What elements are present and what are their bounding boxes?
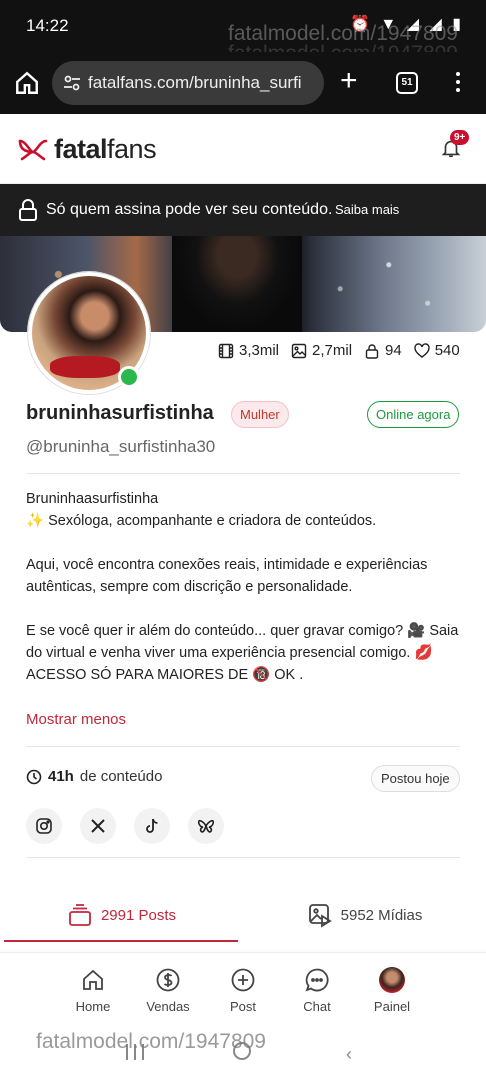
home-icon[interactable] (14, 70, 40, 96)
divider (26, 857, 460, 858)
stat-locked: 94 (364, 342, 402, 359)
bottom-navigation: Home Vendas Post Chat Painel (0, 952, 486, 1024)
nav-sales[interactable]: Vendas (131, 967, 205, 1014)
url-bar[interactable]: fatalfans.com/bruninha_surfi (52, 61, 324, 105)
nav-sales-label: Vendas (146, 999, 190, 1014)
brand-light: fans (107, 134, 157, 164)
tab-posts[interactable]: 2991 Posts (0, 888, 243, 942)
nav-chat[interactable]: Chat (280, 967, 354, 1014)
bio-line: Bruninhaasurfistinha (26, 491, 159, 507)
online-indicator (118, 366, 140, 388)
more-menu-icon[interactable] (456, 72, 462, 96)
stat-locked-value: 94 (385, 342, 402, 359)
stat-videos: 3,3mil (218, 342, 279, 359)
stat-videos-value: 3,3mil (239, 342, 280, 359)
url-text[interactable]: fatalfans.com/bruninha_surfi (88, 73, 316, 93)
status-time: 14:22 (26, 16, 69, 35)
fatalfans-logo[interactable]: fatalfans (18, 134, 157, 165)
stack-icon (69, 904, 91, 926)
chat-icon (305, 968, 329, 992)
posted-today-badge: Postou hoje (371, 765, 460, 792)
nav-panel-label: Painel (373, 999, 411, 1014)
tab-switcher-button[interactable]: 51 (396, 72, 418, 94)
padlock-icon (365, 343, 379, 359)
show-less-link[interactable]: Mostrar menos (26, 711, 126, 728)
learn-more-link[interactable]: Saiba mais (335, 202, 399, 217)
divider (26, 473, 460, 474)
nav-home[interactable]: Home (56, 967, 130, 1014)
nav-post[interactable]: Post (206, 967, 280, 1014)
bio-line: E se você quer ir além do conteúdo... qu… (26, 623, 459, 661)
add-circle-icon (231, 968, 255, 992)
profile-stats: 3,3mil 2,7mil 94 540 (218, 342, 460, 359)
bio-line: ✨ Sexóloga, acompanhante e criadora de c… (26, 513, 377, 529)
stat-likes: 540 (414, 342, 460, 359)
bluesky-icon[interactable] (188, 808, 224, 844)
divider (26, 746, 460, 747)
stat-likes-value: 540 (434, 342, 460, 359)
tab-posts-label: 2991 Posts (100, 906, 177, 924)
subscribe-message: Só quem assina pode ver seu conteúdo. (46, 201, 333, 218)
nav-post-label: Post (229, 999, 256, 1014)
content-tabs: 2991 Posts 5952 Mídias (0, 888, 486, 946)
clock-icon (26, 769, 42, 784)
tab-media[interactable]: 5952 Mídias (243, 888, 486, 942)
site-settings-icon[interactable] (62, 73, 82, 93)
stat-photos: 2,7mil (291, 342, 352, 359)
x-twitter-icon[interactable] (80, 808, 116, 844)
dollar-icon (156, 968, 180, 992)
lock-icon (19, 199, 37, 221)
active-tab-indicator (4, 940, 238, 942)
app-header: fatalfans 9+ (0, 114, 486, 184)
bio-line: ACESSO SÓ PARA MAIORES DE 🔞 OK . (26, 667, 304, 683)
content-duration: 41h de conteúdo (26, 768, 162, 785)
home-icon (83, 969, 103, 990)
social-links (26, 808, 224, 844)
gender-badge: Mulher (231, 401, 289, 428)
notification-badge: 9+ (450, 130, 470, 145)
tiktok-icon[interactable] (134, 808, 170, 844)
online-status-badge: Online agora (367, 401, 460, 428)
browser-toolbar: fatalfans.com/bruninha_surfi + 51 (0, 52, 486, 114)
new-tab-icon[interactable]: + (340, 66, 358, 96)
nav-home-label: Home (75, 999, 111, 1014)
profile-handle: @bruninha_surfistinha30 (26, 437, 216, 456)
subscribe-banner: Só quem assina pode ver seu conteúdo. Sa… (0, 184, 486, 236)
content-label: de conteúdo (79, 768, 163, 785)
nav-chat-label: Chat (303, 999, 331, 1014)
image-icon (291, 343, 307, 358)
stat-photos-value: 2,7mil (312, 342, 353, 359)
instagram-icon[interactable] (26, 808, 62, 844)
back-button[interactable]: ‹ (346, 1044, 352, 1065)
panel-avatar (379, 967, 405, 993)
heart-icon (414, 342, 430, 358)
tab-media-label: 5952 Mídias (340, 906, 423, 924)
profile-bio: Bruninhaasurfistinha ✨ Sexóloga, acompan… (26, 488, 466, 686)
content-hours: 41h (48, 768, 74, 785)
media-icon (308, 904, 332, 928)
brand-bold: fatal (54, 134, 108, 164)
logo-icon (18, 139, 48, 160)
profile-username: bruninhasurfistinha (26, 402, 214, 424)
nav-panel[interactable]: Painel (355, 967, 429, 1014)
film-icon (218, 343, 234, 358)
bio-line: Aqui, você encontra conexões reais, inti… (26, 557, 428, 595)
watermark-bottom: fatalmodel.com/1947809 (36, 1030, 266, 1053)
